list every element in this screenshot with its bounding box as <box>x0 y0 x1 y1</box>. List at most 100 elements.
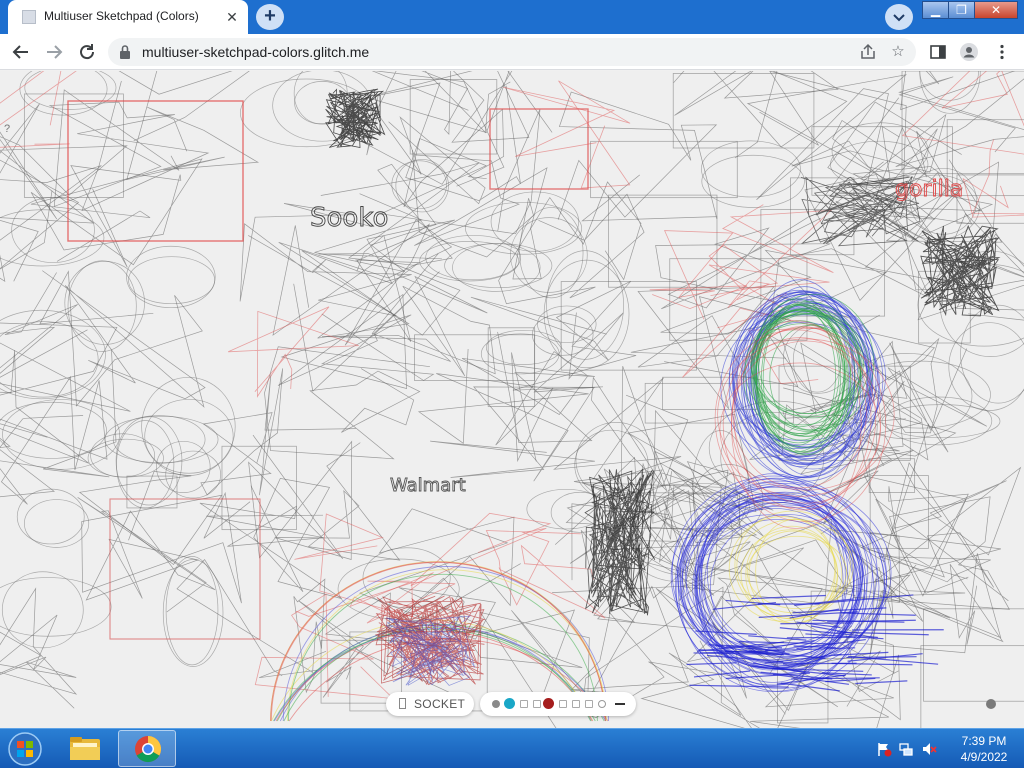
start-button[interactable] <box>6 731 44 767</box>
box-stroke <box>560 281 697 371</box>
sketchpad-canvas[interactable]: Sooko Walmart gorilla ? SOCKET <box>0 71 1024 728</box>
scribble-stroke <box>272 219 453 346</box>
loop-stroke <box>465 201 583 255</box>
loop-stroke <box>0 209 105 267</box>
scribble-stroke <box>0 587 78 709</box>
action-center-flag-icon[interactable] <box>876 741 892 757</box>
file-explorer-taskbar-button[interactable] <box>56 730 114 767</box>
forward-button[interactable] <box>42 40 66 64</box>
loop-stroke <box>337 558 460 620</box>
loop-stroke <box>19 71 108 116</box>
box-stroke <box>109 498 261 640</box>
windows-logo-icon <box>8 732 42 766</box>
help-hint[interactable]: ? <box>4 123 10 135</box>
socket-icon <box>399 698 406 709</box>
restore-icon: ❐ <box>956 3 967 17</box>
box-stroke <box>672 73 815 149</box>
scribble-stroke <box>200 368 356 496</box>
browser-toolbar: multiuser-sketchpad-colors.glitch.me ☆ <box>0 34 1024 70</box>
scribbled-word: Sooko <box>310 203 388 233</box>
back-arrow-icon <box>12 45 28 59</box>
chrome-icon <box>135 735 162 763</box>
side-panel-icon[interactable] <box>928 42 948 62</box>
scribbled-word: gorilla <box>895 177 963 202</box>
scribble-stroke <box>361 71 513 187</box>
loop-stroke <box>485 329 562 365</box>
box-stroke <box>608 194 718 288</box>
address-bar[interactable]: multiuser-sketchpad-colors.glitch.me ☆ <box>108 38 916 66</box>
loop-stroke <box>425 235 521 281</box>
loop-stroke <box>128 256 216 305</box>
restore-button[interactable]: ❐ <box>948 1 975 19</box>
scribble-stroke <box>584 468 656 616</box>
box-stroke <box>920 645 1024 728</box>
loop-stroke <box>115 416 183 506</box>
bookmark-star-icon[interactable]: ☆ <box>888 42 908 62</box>
loop-stroke <box>0 577 112 637</box>
minimize-icon: ▁ <box>930 3 941 17</box>
reload-button[interactable] <box>75 40 99 64</box>
share-icon[interactable] <box>858 42 878 62</box>
browser-tab[interactable]: Multiuser Sketchpad (Colors) ✕ <box>8 0 248 34</box>
brush-size-icon[interactable] <box>615 703 625 705</box>
scribble-stroke <box>118 71 260 181</box>
chevron-down-icon <box>893 14 905 22</box>
blue-fill-stroke <box>786 636 856 639</box>
volume-muted-icon[interactable] <box>921 741 937 757</box>
scribble-stroke <box>895 71 1024 168</box>
scribble-stroke <box>739 625 901 728</box>
color-swatch-7[interactable] <box>572 700 580 708</box>
loop-stroke <box>919 71 980 101</box>
blue-fill-stroke <box>686 662 737 666</box>
url-text: multiuser-sketchpad-colors.glitch.me <box>142 44 370 60</box>
chrome-taskbar-button[interactable] <box>118 730 176 767</box>
scribble-stroke <box>860 466 1022 594</box>
network-icon[interactable] <box>898 741 914 757</box>
tab-title: Multiuser Sketchpad (Colors) <box>44 9 199 23</box>
color-swatch-6[interactable] <box>559 700 567 708</box>
eraser-swatch[interactable] <box>598 700 606 708</box>
scribble-stroke <box>655 217 831 335</box>
tab-close-icon[interactable]: ✕ <box>224 9 240 25</box>
color-swatch-3[interactable] <box>520 700 528 708</box>
clock-time: 7:39 PM <box>961 734 1007 748</box>
scribble-stroke <box>553 365 689 493</box>
loop-stroke <box>0 401 107 459</box>
scribble-stroke <box>30 158 203 268</box>
scribble-stroke <box>503 80 631 189</box>
color-red-swatch-selected[interactable] <box>543 698 554 709</box>
scribble-stroke <box>417 348 596 482</box>
color-swatch-4[interactable] <box>533 700 541 708</box>
color-cyan-swatch[interactable] <box>504 698 515 709</box>
clock-date: 4/9/2022 <box>960 750 1008 764</box>
profile-avatar-icon[interactable] <box>959 42 979 62</box>
blue-fill-stroke <box>780 622 853 625</box>
forward-arrow-icon <box>47 45 63 59</box>
back-button[interactable] <box>9 40 33 64</box>
loop-stroke <box>126 245 216 309</box>
scribble-stroke <box>557 91 718 222</box>
loop-stroke <box>11 197 95 263</box>
tab-search-button[interactable] <box>885 4 913 30</box>
kebab-menu-icon[interactable] <box>992 42 1012 62</box>
scribble-stroke <box>0 159 102 283</box>
scribble-stroke <box>77 497 216 613</box>
color-swatch-8[interactable] <box>585 700 593 708</box>
socket-label: SOCKET <box>414 697 466 711</box>
loop-stroke <box>90 433 156 478</box>
loop-stroke <box>700 140 801 198</box>
page-favicon-icon <box>22 10 36 24</box>
scribble-stroke <box>39 270 206 408</box>
new-tab-button[interactable]: + <box>256 4 284 30</box>
scribble-stroke <box>379 108 541 235</box>
close-window-button[interactable]: ✕ <box>974 1 1018 19</box>
scroll-indicator <box>986 699 996 709</box>
folder-icon <box>70 737 100 760</box>
socket-status-button[interactable]: SOCKET <box>386 692 474 716</box>
scribble-stroke <box>78 471 251 604</box>
minimize-button[interactable]: ▁ <box>922 1 949 19</box>
system-clock[interactable]: 7:39 PM 4/9/2022 <box>954 733 1014 765</box>
loop-stroke <box>948 322 1024 411</box>
color-gray-swatch[interactable] <box>492 700 500 708</box>
scribble-stroke <box>0 272 131 412</box>
